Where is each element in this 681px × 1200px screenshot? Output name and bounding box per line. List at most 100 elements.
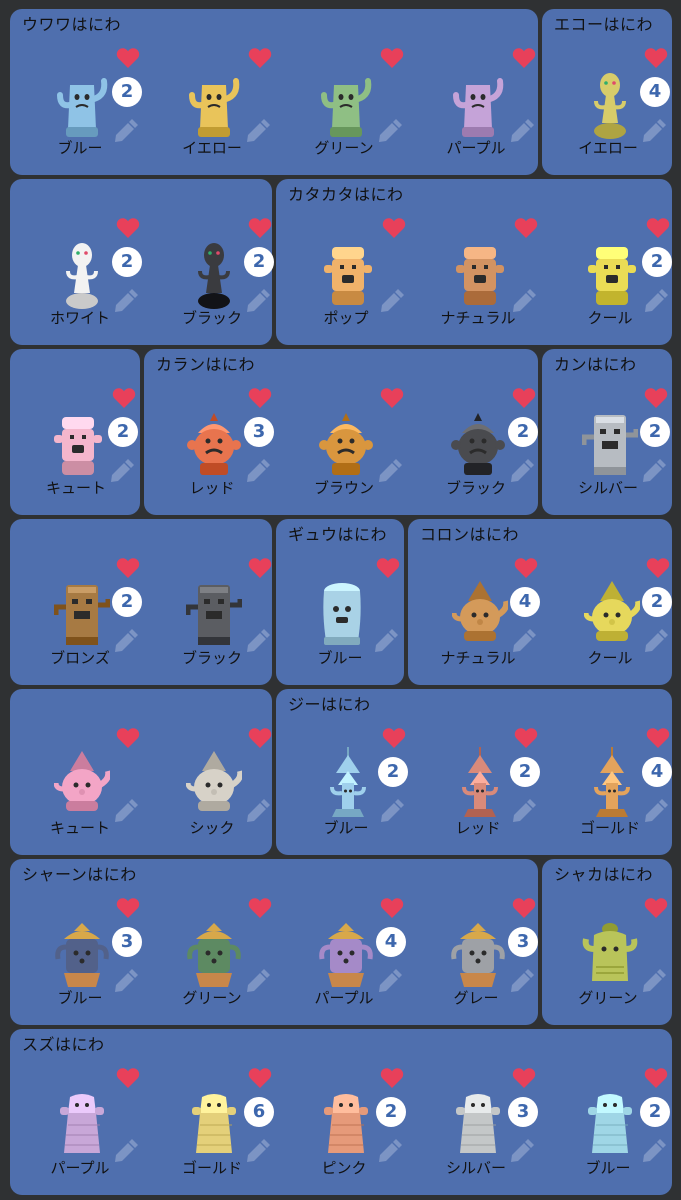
haniwa-item[interactable]: 4 ゴールド xyxy=(550,689,672,849)
heart-icon[interactable] xyxy=(512,47,536,69)
heart-icon[interactable] xyxy=(512,897,536,919)
haniwa-figure[interactable] xyxy=(582,405,638,487)
haniwa-item[interactable]: ブラウン xyxy=(284,349,404,509)
haniwa-item[interactable]: キュート xyxy=(20,689,140,849)
haniwa-figure[interactable] xyxy=(54,745,110,827)
heart-icon[interactable] xyxy=(512,387,536,409)
heart-icon[interactable] xyxy=(514,557,538,579)
haniwa-item[interactable]: 4 イエロー xyxy=(548,9,670,169)
heart-icon[interactable] xyxy=(116,897,140,919)
heart-icon[interactable] xyxy=(116,217,140,239)
haniwa-figure[interactable] xyxy=(318,1085,374,1167)
heart-icon[interactable] xyxy=(248,387,272,409)
haniwa-item[interactable]: 2 ブラック xyxy=(152,179,274,339)
haniwa-figure[interactable] xyxy=(450,405,506,487)
haniwa-figure[interactable] xyxy=(318,915,374,997)
haniwa-item[interactable]: パープル xyxy=(20,1029,140,1189)
haniwa-figure[interactable] xyxy=(186,915,242,997)
haniwa-figure[interactable] xyxy=(54,915,110,997)
heart-icon[interactable] xyxy=(248,727,272,749)
haniwa-figure[interactable] xyxy=(582,65,638,147)
heart-icon[interactable] xyxy=(644,1067,668,1089)
haniwa-figure[interactable] xyxy=(450,65,506,147)
heart-icon[interactable] xyxy=(514,727,538,749)
haniwa-item[interactable]: 4 ナチュラル xyxy=(418,519,540,679)
haniwa-figure[interactable] xyxy=(50,405,106,487)
haniwa-figure[interactable] xyxy=(54,65,110,147)
haniwa-figure[interactable] xyxy=(584,745,640,827)
heart-icon[interactable] xyxy=(248,217,272,239)
haniwa-figure[interactable] xyxy=(314,575,370,657)
haniwa-item[interactable]: 3 グレー xyxy=(416,859,538,1019)
haniwa-item[interactable]: グリーン xyxy=(152,859,272,1019)
haniwa-figure[interactable] xyxy=(318,405,374,487)
haniwa-figure[interactable] xyxy=(582,915,638,997)
heart-icon[interactable] xyxy=(116,727,140,749)
haniwa-item[interactable]: 2 キュート xyxy=(16,349,138,509)
haniwa-item[interactable]: ブルー xyxy=(280,519,400,679)
haniwa-item[interactable]: イエロー xyxy=(152,9,272,169)
haniwa-figure[interactable] xyxy=(186,575,242,657)
heart-icon[interactable] xyxy=(382,217,406,239)
haniwa-item[interactable]: 2 ブラック xyxy=(416,349,538,509)
haniwa-item[interactable]: 4 パープル xyxy=(284,859,406,1019)
haniwa-figure[interactable] xyxy=(582,1085,638,1167)
haniwa-figure[interactable] xyxy=(320,745,376,827)
haniwa-figure[interactable] xyxy=(452,575,508,657)
heart-icon[interactable] xyxy=(376,557,400,579)
haniwa-item[interactable]: 2 レッド xyxy=(418,689,540,849)
haniwa-item[interactable]: 2 ブルー xyxy=(548,1029,670,1189)
haniwa-figure[interactable] xyxy=(320,235,376,317)
haniwa-item[interactable]: グリーン xyxy=(548,859,668,1019)
heart-icon[interactable] xyxy=(644,387,668,409)
haniwa-item[interactable]: 2 シルバー xyxy=(548,349,670,509)
heart-icon[interactable] xyxy=(248,557,272,579)
heart-icon[interactable] xyxy=(116,557,140,579)
haniwa-item[interactable]: 2 クール xyxy=(550,519,672,679)
haniwa-item[interactable]: 3 ブルー xyxy=(20,859,142,1019)
heart-icon[interactable] xyxy=(644,47,668,69)
haniwa-figure[interactable] xyxy=(450,915,506,997)
haniwa-figure[interactable] xyxy=(584,575,640,657)
haniwa-item[interactable]: シック xyxy=(152,689,272,849)
heart-icon[interactable] xyxy=(248,897,272,919)
haniwa-figure[interactable] xyxy=(54,235,110,317)
heart-icon[interactable] xyxy=(382,727,406,749)
haniwa-item[interactable]: 2 ブルー xyxy=(20,9,142,169)
heart-icon[interactable] xyxy=(116,47,140,69)
haniwa-item[interactable]: 6 ゴールド xyxy=(152,1029,274,1189)
haniwa-figure[interactable] xyxy=(54,575,110,657)
haniwa-item[interactable]: 3 レッド xyxy=(152,349,274,509)
haniwa-item[interactable]: 2 ホワイト xyxy=(20,179,142,339)
haniwa-figure[interactable] xyxy=(318,65,374,147)
heart-icon[interactable] xyxy=(380,1067,404,1089)
heart-icon[interactable] xyxy=(512,1067,536,1089)
heart-icon[interactable] xyxy=(380,47,404,69)
heart-icon[interactable] xyxy=(248,1067,272,1089)
heart-icon[interactable] xyxy=(112,387,136,409)
haniwa-item[interactable]: 2 ブルー xyxy=(286,689,408,849)
haniwa-item[interactable]: ポップ xyxy=(286,179,406,339)
haniwa-figure[interactable] xyxy=(186,1085,242,1167)
heart-icon[interactable] xyxy=(646,557,670,579)
heart-icon[interactable] xyxy=(514,217,538,239)
heart-icon[interactable] xyxy=(380,387,404,409)
haniwa-item[interactable]: 2 ブロンズ xyxy=(20,519,142,679)
haniwa-figure[interactable] xyxy=(186,65,242,147)
haniwa-figure[interactable] xyxy=(452,745,508,827)
heart-icon[interactable] xyxy=(116,1067,140,1089)
haniwa-item[interactable]: グリーン xyxy=(284,9,404,169)
haniwa-figure[interactable] xyxy=(584,235,640,317)
haniwa-item[interactable]: ナチュラル xyxy=(418,179,538,339)
heart-icon[interactable] xyxy=(646,217,670,239)
heart-icon[interactable] xyxy=(646,727,670,749)
haniwa-figure[interactable] xyxy=(450,1085,506,1167)
haniwa-item[interactable]: 3 シルバー xyxy=(416,1029,538,1189)
haniwa-item[interactable]: 2 クール xyxy=(550,179,672,339)
heart-icon[interactable] xyxy=(248,47,272,69)
haniwa-figure[interactable] xyxy=(186,745,242,827)
haniwa-figure[interactable] xyxy=(54,1085,110,1167)
haniwa-item[interactable]: ブラック xyxy=(152,519,272,679)
heart-icon[interactable] xyxy=(644,897,668,919)
haniwa-item[interactable]: 2 ピンク xyxy=(284,1029,406,1189)
